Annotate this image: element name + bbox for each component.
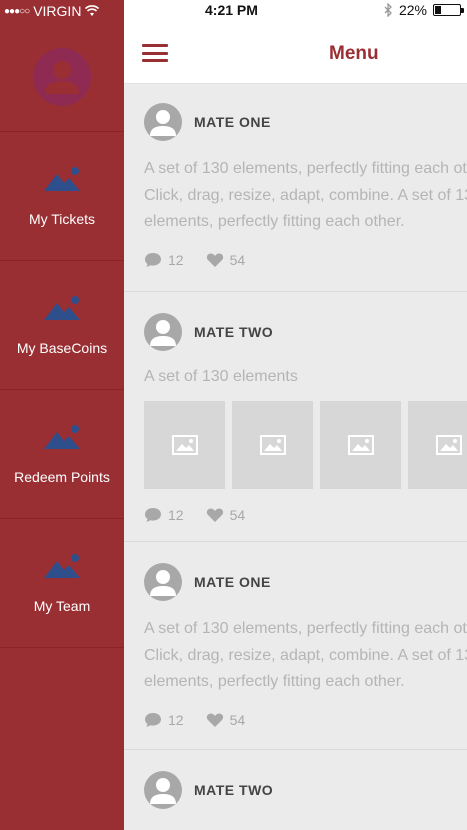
comment-icon xyxy=(145,252,161,267)
comment-icon xyxy=(145,712,161,727)
sidebar-item-my-tickets[interactable]: My Tickets xyxy=(0,132,124,261)
like-count: 54 xyxy=(229,506,246,523)
image-placeholder-icon xyxy=(347,434,374,455)
comment-button[interactable]: 12 xyxy=(144,507,184,523)
signal-strength-icon: ●●●○○ xyxy=(4,5,30,17)
post-text-line: A set of 130 elements, perfectly fitting… xyxy=(144,160,467,177)
post-text-line: Click, drag, resize, adapt, combine. A s… xyxy=(144,646,467,664)
comment-count: 12 xyxy=(168,251,184,268)
like-button[interactable]: 54 xyxy=(206,251,246,268)
comment-count: 12 xyxy=(168,711,184,728)
heart-icon xyxy=(206,507,223,522)
battery-percent: 22% xyxy=(398,2,427,18)
post-text: A set of 130 elements, perfectly fitting… xyxy=(144,616,467,696)
comment-button[interactable]: 12 xyxy=(144,252,184,268)
post-text-line: elements, perfectly fitting each other. xyxy=(144,213,405,230)
user-avatar-icon[interactable] xyxy=(144,103,182,141)
landscape-icon xyxy=(44,554,80,578)
battery-icon xyxy=(433,4,464,16)
clock: 4:21 PM xyxy=(205,2,258,18)
image-placeholder-icon xyxy=(171,434,198,455)
sidebar-item-label: My Team xyxy=(33,598,91,614)
card-header: MATE TWO xyxy=(144,312,467,352)
like-count: 54 xyxy=(229,711,246,728)
like-button[interactable]: 54 xyxy=(206,506,246,523)
profile-avatar-icon[interactable] xyxy=(33,47,91,106)
user-avatar-icon[interactable] xyxy=(144,771,182,809)
sidebar-item-my-basecoins[interactable]: My BaseCoins xyxy=(0,261,124,390)
landscape-icon xyxy=(44,425,80,449)
card-header: MATE TWO xyxy=(144,770,467,810)
image-thumbnail[interactable] xyxy=(232,400,313,489)
image-thumbnail[interactable] xyxy=(144,400,225,489)
bluetooth-icon xyxy=(384,3,392,17)
image-thumbnail[interactable] xyxy=(320,400,401,489)
sidebar-item-label: My Tickets xyxy=(28,211,96,227)
author-name[interactable]: MATE TWO xyxy=(194,324,273,340)
author-name[interactable]: MATE ONE xyxy=(194,574,271,590)
post-meta: 12 54 xyxy=(144,250,467,270)
heart-icon xyxy=(206,252,223,267)
heart-icon xyxy=(206,712,223,727)
landscape-icon xyxy=(44,167,80,191)
post-text-line: Click, drag, resize, adapt, combine. A s… xyxy=(144,186,467,204)
user-avatar-icon[interactable] xyxy=(144,563,182,601)
post-text: A set of 130 elements, perfectly fitting… xyxy=(144,156,467,236)
nav-bar: Menu xyxy=(124,22,467,84)
user-avatar-icon[interactable] xyxy=(144,313,182,351)
feed-card[interactable]: MATE TWO xyxy=(124,750,467,830)
like-button[interactable]: 54 xyxy=(206,711,246,728)
comment-icon xyxy=(145,507,161,522)
status-bar-right: 22% xyxy=(383,2,464,18)
status-bar-left: ●●●○○ VIRGIN xyxy=(0,0,124,22)
carrier-name: VIRGIN xyxy=(33,3,82,19)
card-header: MATE ONE xyxy=(144,102,467,142)
sidebar: My Tickets My BaseCoins Redeem Points My… xyxy=(0,22,124,830)
battery-level xyxy=(435,6,441,14)
status-bar: ●●●○○ VIRGIN 4:21 PM 22% xyxy=(0,0,467,22)
wifi-icon xyxy=(85,5,100,16)
sidebar-item-label: My BaseCoins xyxy=(16,340,108,356)
post-text-line: elements, perfectly fitting each other. xyxy=(144,673,405,690)
sidebar-item-my-team[interactable]: My Team xyxy=(0,519,124,648)
author-name[interactable]: MATE ONE xyxy=(194,114,271,130)
post-text: A set of 130 elements xyxy=(144,364,467,391)
post-meta: 12 54 xyxy=(144,505,467,525)
post-text-line: A set of 130 elements xyxy=(144,368,298,385)
card-header: MATE ONE xyxy=(144,562,467,602)
like-count: 54 xyxy=(229,251,246,268)
image-placeholder-icon xyxy=(259,434,286,455)
author-name[interactable]: MATE TWO xyxy=(194,782,273,798)
sidebar-profile[interactable] xyxy=(0,22,124,132)
sidebar-item-redeem-points[interactable]: Redeem Points xyxy=(0,390,124,519)
content-panel: Menu MATE ONE A set of 130 elements, per… xyxy=(124,22,467,830)
image-placeholder-icon xyxy=(435,434,462,455)
comment-button[interactable]: 12 xyxy=(144,712,184,728)
landscape-icon xyxy=(44,296,80,320)
feed-card[interactable]: MATE ONE A set of 130 elements, perfectl… xyxy=(124,542,467,750)
image-thumbnail[interactable] xyxy=(408,400,467,489)
feed-card[interactable]: MATE ONE A set of 130 elements, perfectl… xyxy=(124,84,467,292)
sidebar-item-label: Redeem Points xyxy=(14,469,110,485)
feed-card[interactable]: MATE TWO A set of 130 elements 12 54 xyxy=(124,292,467,542)
image-gallery xyxy=(144,400,467,489)
page-title: Menu xyxy=(329,43,379,64)
post-text-line: A set of 130 elements, perfectly fitting… xyxy=(144,620,467,637)
post-meta: 12 54 xyxy=(144,710,467,730)
hamburger-icon[interactable] xyxy=(142,44,168,62)
comment-count: 12 xyxy=(168,506,184,523)
